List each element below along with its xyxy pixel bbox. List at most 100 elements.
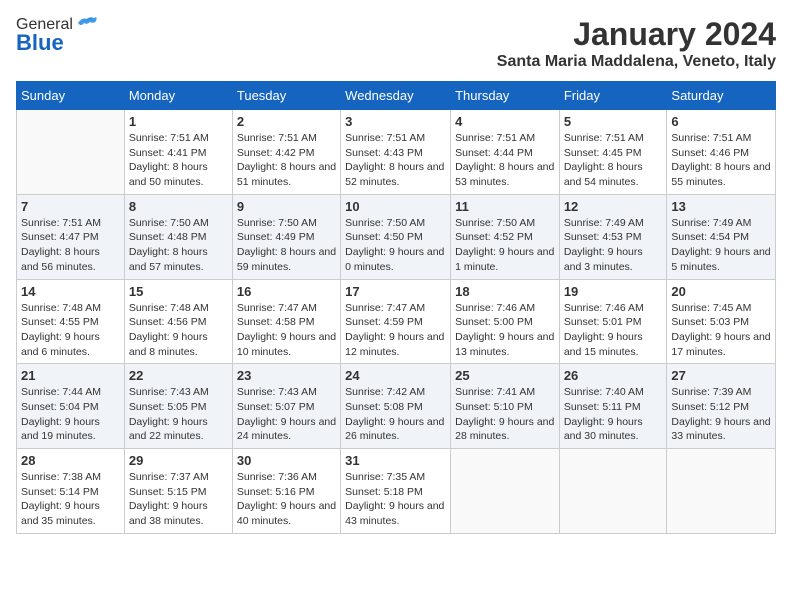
day-detail: Sunrise: 7:51 AMSunset: 4:41 PMDaylight:… bbox=[129, 131, 228, 190]
table-row: 13 Sunrise: 7:49 AMSunset: 4:54 PMDayligh… bbox=[667, 194, 776, 279]
header-friday: Friday bbox=[559, 82, 667, 110]
table-row: 29Sunrise: 7:37 AMSunset: 5:15 PMDayligh… bbox=[124, 449, 232, 534]
day-number: 9 bbox=[237, 199, 336, 214]
day-number: 15 bbox=[129, 284, 228, 299]
day-number: 25 bbox=[455, 368, 555, 383]
table-row: 15Sunrise: 7:48 AMSunset: 4:56 PMDayligh… bbox=[124, 279, 232, 364]
day-detail: Sunrise: 7:44 AMSunset: 5:04 PMDaylight:… bbox=[21, 385, 120, 444]
day-number: 18 bbox=[455, 284, 555, 299]
day-detail: Sunrise: 7:45 AMSunset: 5:03 PMDaylight:… bbox=[671, 301, 771, 360]
day-detail: Sunrise: 7:51 AMSunset: 4:42 PMDaylight:… bbox=[237, 131, 336, 190]
table-row: 5 Sunrise: 7:51 AMSunset: 4:45 PMDaylight… bbox=[559, 110, 667, 195]
calendar-week-row: 28 Sunrise: 7:38 AMSunset: 5:14 PMDayligh… bbox=[17, 449, 776, 534]
logo-bird-icon bbox=[76, 15, 98, 31]
day-number: 19 bbox=[564, 284, 663, 299]
table-row: 20 Sunrise: 7:45 AMSunset: 5:03 PMDayligh… bbox=[667, 279, 776, 364]
day-detail: Sunrise: 7:46 AMSunset: 5:00 PMDaylight:… bbox=[455, 301, 555, 360]
table-row: 30 Sunrise: 7:36 AMSunset: 5:16 PMDayligh… bbox=[232, 449, 340, 534]
day-number: 30 bbox=[237, 453, 336, 468]
table-row: 4Sunrise: 7:51 AMSunset: 4:44 PMDaylight… bbox=[451, 110, 560, 195]
day-detail: Sunrise: 7:37 AMSunset: 5:15 PMDaylight:… bbox=[129, 470, 228, 529]
day-number: 14 bbox=[21, 284, 120, 299]
day-number: 22 bbox=[129, 368, 228, 383]
calendar-week-row: 14 Sunrise: 7:48 AMSunset: 4:55 PMDayligh… bbox=[17, 279, 776, 364]
table-row: 12 Sunrise: 7:49 AMSunset: 4:53 PMDayligh… bbox=[559, 194, 667, 279]
day-number: 7 bbox=[21, 199, 120, 214]
table-row: 25 Sunrise: 7:41 AMSunset: 5:10 PMDayligh… bbox=[451, 364, 560, 449]
table-row bbox=[559, 449, 667, 534]
day-detail: Sunrise: 7:41 AMSunset: 5:10 PMDaylight:… bbox=[455, 385, 555, 444]
title-area: January 2024 Santa Maria Maddalena, Vene… bbox=[497, 16, 776, 71]
table-row: 26Sunrise: 7:40 AMSunset: 5:11 PMDayligh… bbox=[559, 364, 667, 449]
day-number: 31 bbox=[345, 453, 446, 468]
day-number: 21 bbox=[21, 368, 120, 383]
day-detail: Sunrise: 7:49 AMSunset: 4:53 PMDaylight:… bbox=[564, 216, 663, 275]
table-row: 22 Sunrise: 7:43 AMSunset: 5:05 PMDayligh… bbox=[124, 364, 232, 449]
day-number: 16 bbox=[237, 284, 336, 299]
day-number: 6 bbox=[671, 114, 771, 129]
day-detail: Sunrise: 7:38 AMSunset: 5:14 PMDaylight:… bbox=[21, 470, 120, 529]
day-detail: Sunrise: 7:47 AMSunset: 4:59 PMDaylight:… bbox=[345, 301, 446, 360]
table-row: 31Sunrise: 7:35 AMSunset: 5:18 PMDayligh… bbox=[341, 449, 451, 534]
table-row: 8 Sunrise: 7:50 AMSunset: 4:48 PMDaylight… bbox=[124, 194, 232, 279]
table-row: 2 Sunrise: 7:51 AMSunset: 4:42 PMDaylight… bbox=[232, 110, 340, 195]
table-row: 21 Sunrise: 7:44 AMSunset: 5:04 PMDayligh… bbox=[17, 364, 125, 449]
day-number: 28 bbox=[21, 453, 120, 468]
table-row: 23 Sunrise: 7:43 AMSunset: 5:07 PMDayligh… bbox=[232, 364, 340, 449]
day-number: 10 bbox=[345, 199, 446, 214]
calendar-week-row: 21 Sunrise: 7:44 AMSunset: 5:04 PMDayligh… bbox=[17, 364, 776, 449]
table-row: 11 Sunrise: 7:50 AMSunset: 4:52 PMDayligh… bbox=[451, 194, 560, 279]
day-detail: Sunrise: 7:39 AMSunset: 5:12 PMDaylight:… bbox=[671, 385, 771, 444]
day-detail: Sunrise: 7:43 AMSunset: 5:05 PMDaylight:… bbox=[129, 385, 228, 444]
day-detail: Sunrise: 7:50 AMSunset: 4:52 PMDaylight:… bbox=[455, 216, 555, 275]
day-detail: Sunrise: 7:51 AMSunset: 4:47 PMDaylight:… bbox=[21, 216, 120, 275]
location-title: Santa Maria Maddalena, Veneto, Italy bbox=[497, 53, 776, 71]
table-row: 3Sunrise: 7:51 AMSunset: 4:43 PMDaylight… bbox=[341, 110, 451, 195]
table-row: 10 Sunrise: 7:50 AMSunset: 4:50 PMDayligh… bbox=[341, 194, 451, 279]
logo: General Blue bbox=[16, 16, 98, 56]
day-number: 12 bbox=[564, 199, 663, 214]
table-row: 24 Sunrise: 7:42 AMSunset: 5:08 PMDayligh… bbox=[341, 364, 451, 449]
header-monday: Monday bbox=[124, 82, 232, 110]
day-detail: Sunrise: 7:50 AMSunset: 4:48 PMDaylight:… bbox=[129, 216, 228, 275]
day-number: 27 bbox=[671, 368, 771, 383]
table-row: 28 Sunrise: 7:38 AMSunset: 5:14 PMDayligh… bbox=[17, 449, 125, 534]
day-number: 23 bbox=[237, 368, 336, 383]
day-detail: Sunrise: 7:48 AMSunset: 4:55 PMDaylight:… bbox=[21, 301, 120, 360]
day-number: 20 bbox=[671, 284, 771, 299]
day-detail: Sunrise: 7:49 AMSunset: 4:54 PMDaylight:… bbox=[671, 216, 771, 275]
table-row: 16Sunrise: 7:47 AMSunset: 4:58 PMDayligh… bbox=[232, 279, 340, 364]
table-row: 7 Sunrise: 7:51 AMSunset: 4:47 PMDaylight… bbox=[17, 194, 125, 279]
header-wednesday: Wednesday bbox=[341, 82, 451, 110]
day-detail: Sunrise: 7:46 AMSunset: 5:01 PMDaylight:… bbox=[564, 301, 663, 360]
day-detail: Sunrise: 7:51 AMSunset: 4:45 PMDaylight:… bbox=[564, 131, 663, 190]
table-row: 17 Sunrise: 7:47 AMSunset: 4:59 PMDayligh… bbox=[341, 279, 451, 364]
day-detail: Sunrise: 7:42 AMSunset: 5:08 PMDaylight:… bbox=[345, 385, 446, 444]
day-detail: Sunrise: 7:43 AMSunset: 5:07 PMDaylight:… bbox=[237, 385, 336, 444]
day-detail: Sunrise: 7:50 AMSunset: 4:49 PMDaylight:… bbox=[237, 216, 336, 275]
day-number: 8 bbox=[129, 199, 228, 214]
day-number: 2 bbox=[237, 114, 336, 129]
day-number: 24 bbox=[345, 368, 446, 383]
calendar-table: Sunday Monday Tuesday Wednesday Thursday… bbox=[16, 81, 776, 534]
day-detail: Sunrise: 7:50 AMSunset: 4:50 PMDaylight:… bbox=[345, 216, 446, 275]
month-title: January 2024 bbox=[497, 16, 776, 53]
header-tuesday: Tuesday bbox=[232, 82, 340, 110]
day-number: 4 bbox=[455, 114, 555, 129]
day-number: 1 bbox=[129, 114, 228, 129]
day-detail: Sunrise: 7:51 AMSunset: 4:43 PMDaylight:… bbox=[345, 131, 446, 190]
calendar-week-row: 7 Sunrise: 7:51 AMSunset: 4:47 PMDaylight… bbox=[17, 194, 776, 279]
day-detail: Sunrise: 7:36 AMSunset: 5:16 PMDaylight:… bbox=[237, 470, 336, 529]
header-sunday: Sunday bbox=[17, 82, 125, 110]
table-row: 19 Sunrise: 7:46 AMSunset: 5:01 PMDayligh… bbox=[559, 279, 667, 364]
day-number: 17 bbox=[345, 284, 446, 299]
day-number: 5 bbox=[564, 114, 663, 129]
day-number: 11 bbox=[455, 199, 555, 214]
table-row bbox=[667, 449, 776, 534]
table-row bbox=[451, 449, 560, 534]
header-saturday: Saturday bbox=[667, 82, 776, 110]
day-detail: Sunrise: 7:51 AMSunset: 4:46 PMDaylight:… bbox=[671, 131, 771, 190]
weekday-header-row: Sunday Monday Tuesday Wednesday Thursday… bbox=[17, 82, 776, 110]
day-number: 13 bbox=[671, 199, 771, 214]
table-row bbox=[17, 110, 125, 195]
